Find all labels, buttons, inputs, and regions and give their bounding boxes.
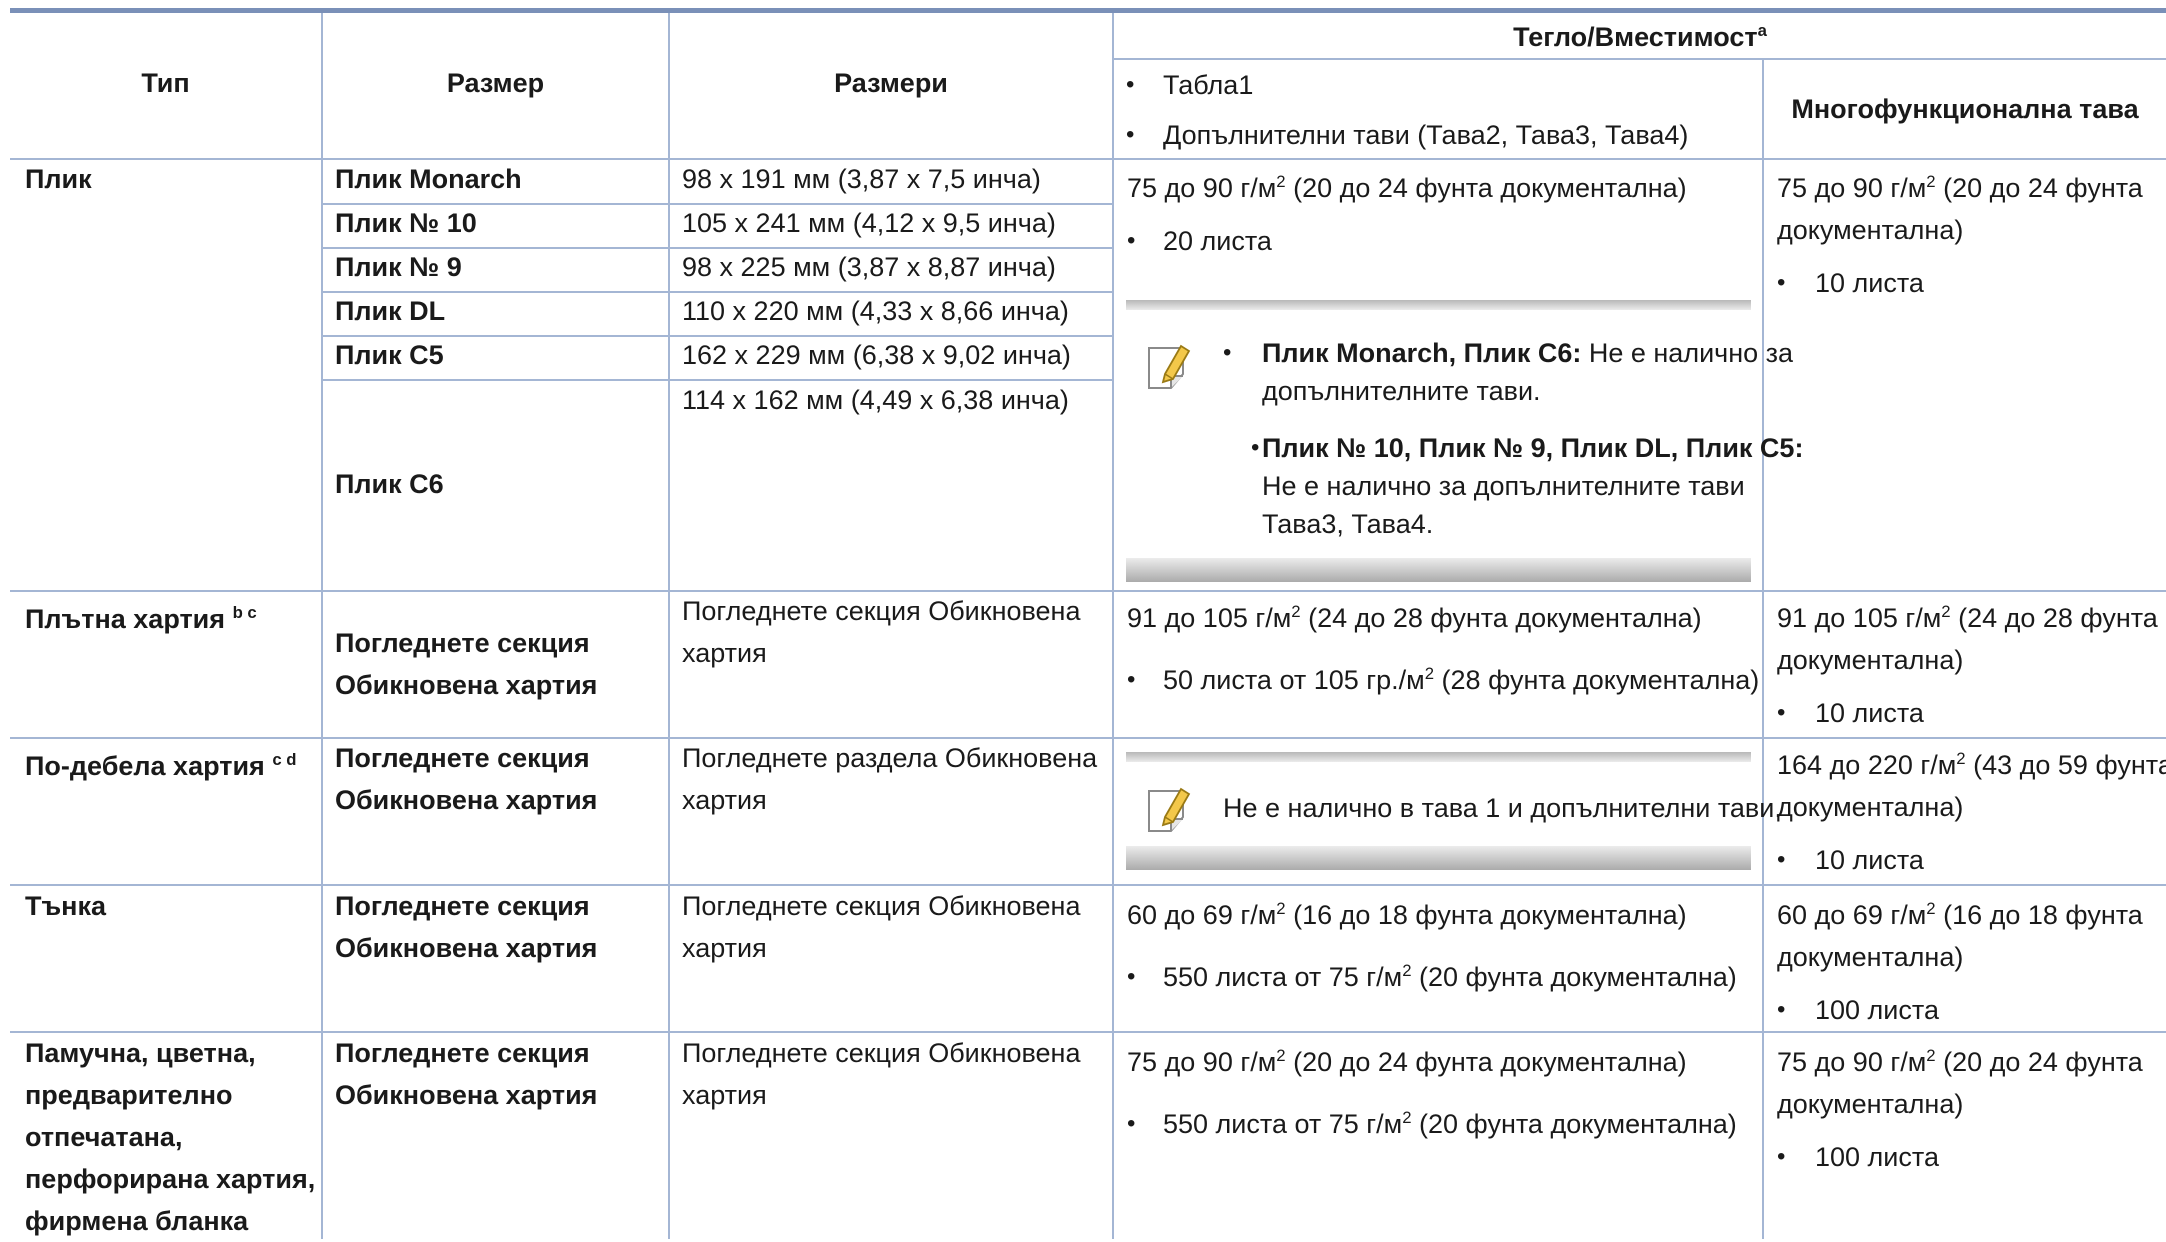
mp-capacity: 100 листа <box>1815 1142 1939 1172</box>
dim-see-plain: хартия <box>682 1080 767 1110</box>
size-dimensions: 110 x 220 мм (4,33 x 8,66 инча) <box>682 296 1069 326</box>
bullet: • <box>1127 963 1136 990</box>
type-heavier: По-дебела хартия c d <box>25 750 297 781</box>
type-cotton: отпечатана, <box>25 1122 183 1152</box>
bullet: • <box>1127 666 1136 693</box>
note-text: Тава3, Тава4. <box>1262 509 1434 539</box>
note-pencil-icon <box>1148 787 1191 832</box>
size-dimensions: 114 x 162 мм (4,49 x 6,38 инча) <box>682 385 1069 415</box>
header-tray1: Табла1 <box>1163 70 1254 100</box>
mp-weight: документална) <box>1777 215 1964 245</box>
note-text: Плик № 10, Плик № 9, Плик DL, Плик C5: <box>1262 433 1804 463</box>
type-cotton: перфорирана хартия, <box>25 1164 316 1194</box>
dim-see-plain: хартия <box>682 933 767 963</box>
size-name: Плик C6 <box>335 469 444 499</box>
size-name: Плик № 9 <box>335 252 462 282</box>
size-see-plain: Погледнете секция <box>335 891 590 921</box>
bullet: • <box>1777 996 1786 1023</box>
bullet: • <box>1777 846 1786 873</box>
header-optional-trays: Допълнителни тави (Тава2, Тава3, Тава4) <box>1163 120 1689 150</box>
bullet: • <box>1127 227 1136 254</box>
size-see-plain: Погледнете секция <box>335 628 590 658</box>
mp-capacity: 10 листа <box>1815 268 1924 298</box>
mp-weight: документална) <box>1777 942 1964 972</box>
note-pencil-icon <box>1148 344 1191 389</box>
header-weight-capacity: Тегло/Вместимостa <box>1513 21 1767 52</box>
tray-capacity: 50 листа от 105 гр./м2 (28 фунта докумен… <box>1163 664 1760 695</box>
header-dimensions: Размери <box>834 68 948 98</box>
size-see-plain: Погледнете секция <box>335 1038 590 1068</box>
mp-weight: документална) <box>1777 1089 1964 1119</box>
dim-see-plain: хартия <box>682 785 767 815</box>
mp-weight: 91 до 105 г/м2 (24 до 28 фунта <box>1777 602 2158 633</box>
mp-capacity: 10 листа <box>1815 845 1924 875</box>
size-dimensions: 98 x 191 мм (3,87 x 7,5 инча) <box>682 164 1041 194</box>
row-rule <box>10 1031 2166 1033</box>
dim-see-plain: Погледнете секция Обикновена <box>682 1038 1081 1068</box>
size-name: Плик № 10 <box>335 208 477 238</box>
header-subrule <box>1112 58 2166 60</box>
bullet: • <box>1126 71 1135 98</box>
size-name: Плик DL <box>335 296 446 326</box>
note-text: Плик Monarch, Плик C6: Не е налично за <box>1262 338 1794 368</box>
dim-see-plain: Погледнете секция Обикновена <box>682 596 1081 626</box>
type-cotton: фирмена бланка <box>25 1206 249 1236</box>
size-see-plain: Обикновена хартия <box>335 933 598 963</box>
col-divider <box>1112 13 1114 1239</box>
type-envelope: Плик <box>25 164 92 194</box>
size-dimensions: 98 x 225 мм (3,87 x 8,87 инча) <box>682 252 1056 282</box>
bullet: • <box>1126 121 1135 148</box>
note-text: Не е налично в тава 1 и допълнителни тав… <box>1223 793 1782 823</box>
mp-weight: 164 до 220 г/м2 (43 до 59 фунта <box>1777 749 2166 780</box>
size-dimensions: 105 x 241 мм (4,12 x 9,5 инча) <box>682 208 1056 238</box>
row-rule <box>10 590 2166 592</box>
mp-weight: 75 до 90 г/м2 (20 до 24 фунта <box>1777 172 2143 203</box>
dim-see-plain: Погледнете раздела Обикновена <box>682 743 1098 773</box>
size-name: Плик Monarch <box>335 164 522 194</box>
bullet: • <box>1777 1143 1786 1170</box>
bullet: • <box>1223 339 1232 366</box>
col-divider <box>1762 60 1764 1239</box>
col-divider <box>321 13 323 1239</box>
tray-weight: 75 до 90 г/м2 (20 до 24 фунта документал… <box>1127 172 1687 203</box>
size-see-plain: Обикновена хартия <box>335 670 598 700</box>
dim-see-plain: хартия <box>682 638 767 668</box>
mp-weight: документална) <box>1777 645 1964 675</box>
mp-weight: 60 до 69 г/м2 (16 до 18 фунта <box>1777 899 2143 930</box>
note-text: Не е налично за допълнителните тави <box>1262 471 1745 501</box>
tray-capacity: 20 листа <box>1163 226 1272 256</box>
size-see-plain: Обикновена хартия <box>335 785 598 815</box>
header-bottom-rule <box>10 158 2166 160</box>
top-rule <box>10 8 2166 13</box>
type-thin: Тънка <box>25 891 107 921</box>
tray-weight: 60 до 69 г/м2 (16 до 18 фунта документал… <box>1127 899 1687 930</box>
paper-specs-table: Тип Размер Размери Тегло/Вместимостa Мно… <box>0 0 2166 1239</box>
col-divider <box>668 13 670 1239</box>
mp-capacity: 10 листа <box>1815 698 1924 728</box>
tray-capacity: 550 листа от 75 г/м2 (20 фунта документа… <box>1163 1108 1737 1139</box>
header-multipurpose-tray: Многофункционална тава <box>1791 94 2139 124</box>
note-text: допълнителните тави. <box>1262 376 1541 406</box>
bullet: • <box>1777 699 1786 726</box>
bullet: • <box>1127 1110 1136 1137</box>
header-type: Тип <box>141 68 190 98</box>
type-heavy: Плътна хартия b c <box>25 603 257 634</box>
size-dimensions: 162 x 229 мм (6,38 x 9,02 инча) <box>682 340 1071 370</box>
size-see-plain: Обикновена хартия <box>335 1080 598 1110</box>
bullet: • <box>1777 269 1786 296</box>
mp-weight: 75 до 90 г/м2 (20 до 24 фунта <box>1777 1046 2143 1077</box>
dim-see-plain: Погледнете секция Обикновена <box>682 891 1081 921</box>
tray-weight: 75 до 90 г/м2 (20 до 24 фунта документал… <box>1127 1046 1687 1077</box>
tray-weight: 91 до 105 г/м2 (24 до 28 фунта документа… <box>1127 602 1702 633</box>
bullet: • <box>1251 434 1260 461</box>
size-see-plain: Погледнете секция <box>335 743 590 773</box>
type-cotton: предварително <box>25 1080 233 1110</box>
row-rule <box>10 884 2166 886</box>
header-size: Размер <box>446 68 545 98</box>
size-name: Плик C5 <box>335 340 444 370</box>
tray-capacity: 550 листа от 75 г/м2 (20 фунта документа… <box>1163 961 1737 992</box>
type-cotton: Памучна, цветна, <box>25 1038 256 1068</box>
mp-weight: документална) <box>1777 792 1964 822</box>
mp-capacity: 100 листа <box>1815 995 1939 1025</box>
